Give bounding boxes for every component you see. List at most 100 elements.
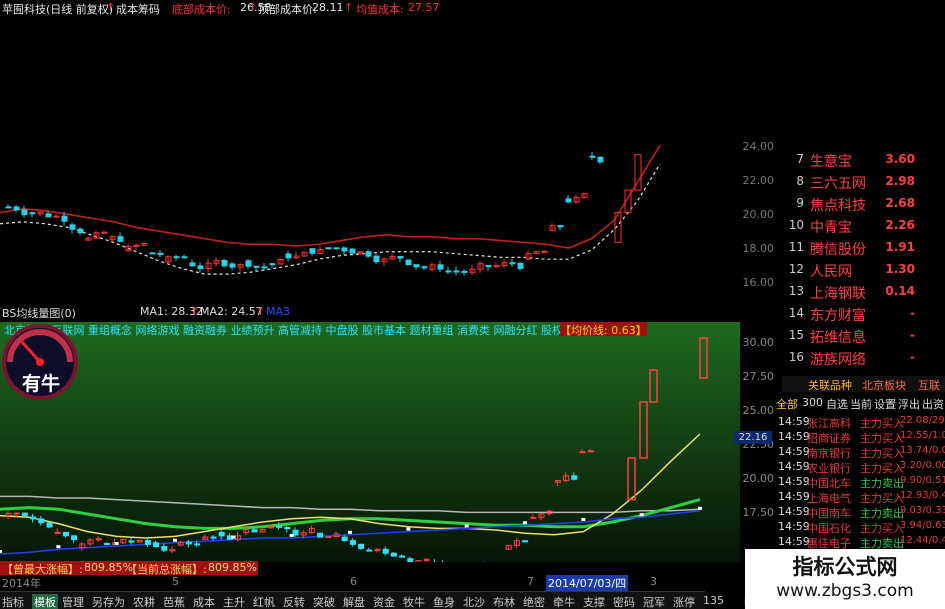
stock-list-item[interactable]: 7 生意宝 3.60 [782, 150, 945, 170]
stock-list-item[interactable]: 11 腾信股份 1.91 [782, 238, 945, 258]
formula-tab[interactable]: 反转 [283, 594, 305, 609]
stock-name: 游族网络 [810, 352, 866, 368]
lower-candle [522, 540, 529, 543]
formula-tab[interactable]: 另存为 [92, 594, 125, 609]
stock-index: 10 [788, 218, 804, 232]
formula-tab[interactable]: 成本 [193, 594, 215, 609]
stock-change: - [910, 328, 915, 342]
stock-index: 7 [796, 152, 804, 166]
indicator-bar: BS均线量图(0) MA1: 28.32 ↑ MA2: 24.57 ↑ MA3 [0, 304, 740, 321]
formula-tab[interactable]: 牧牛 [403, 594, 425, 609]
trade-price: 13.74/0.00% [900, 445, 945, 456]
formula-tab[interactable]: 模板 [32, 594, 58, 609]
tool-self[interactable]: 自选 [826, 396, 848, 412]
stock-list-item[interactable]: 12 人民网 1.30 [782, 260, 945, 280]
upper-candle [269, 263, 276, 266]
formula-tab[interactable]: 管理 [62, 594, 84, 609]
formula-tab[interactable]: 绝密 [523, 594, 545, 609]
formula-tab[interactable]: 支撑 [583, 594, 605, 609]
tool-settings[interactable]: 设置 [874, 396, 896, 412]
formula-tab[interactable]: 芭蕉 [163, 594, 185, 609]
formula-tab[interactable]: 资金 [373, 594, 395, 609]
stock-index: 14 [788, 306, 804, 320]
stock-list-item[interactable]: 10 中青宝 2.26 [782, 216, 945, 236]
lower-candle [21, 512, 28, 516]
avg-cost-value: 27.57 [408, 1, 440, 14]
stock-change: 2.98 [885, 174, 915, 188]
upper-candle [221, 259, 228, 267]
formula-tab[interactable]: 涨停 [673, 594, 695, 609]
formula-tab[interactable]: 农耕 [133, 594, 155, 609]
date-tick: 3 [650, 575, 657, 588]
stock-list-item[interactable]: 16 游族网络 - [782, 348, 945, 368]
trade-price: 3.20/0.00% [900, 460, 945, 471]
trade-time: 14:59 [778, 460, 810, 473]
upper-candle [285, 253, 292, 259]
lower-candle [251, 529, 258, 533]
formula-tab[interactable]: 135 [703, 594, 724, 607]
formula-tab[interactable]: 牵牛 [553, 594, 575, 609]
stock-list-item[interactable]: 8 三六五网 2.98 [782, 172, 945, 192]
upper-kline-chart[interactable] [0, 136, 740, 304]
upper-candle [597, 156, 604, 163]
stock-index: 11 [788, 240, 804, 254]
tool-float[interactable]: 浮出 [898, 396, 920, 412]
upper-candle [253, 265, 260, 268]
tab-related[interactable]: 关联品种 [808, 377, 852, 393]
trade-price: 12.55/1.05% [900, 430, 945, 441]
upper-candle [509, 262, 516, 265]
lower-candle [71, 535, 78, 541]
tool-all[interactable]: 全部 [776, 396, 798, 412]
upper-axis-tick: 22.00 [742, 174, 775, 187]
tool-300[interactable]: 300 [802, 396, 823, 409]
lower-candle [276, 525, 283, 528]
stock-list-item[interactable]: 13 上海钢联 0.14 [782, 282, 945, 302]
upper-candle [421, 266, 428, 269]
lower-chart-bg [0, 322, 740, 562]
lower-candle [13, 512, 20, 515]
lower-candle [161, 546, 168, 551]
stock-list-item[interactable]: 14 东方财富 - [782, 304, 945, 324]
tool-current[interactable]: 当前 [850, 396, 872, 412]
current-price-tag: 22.16 [734, 431, 772, 444]
formula-tab[interactable]: 主升 [223, 594, 245, 609]
upper-candle [333, 247, 340, 250]
tab-beijing[interactable]: 北京板块 [862, 377, 906, 393]
formula-tab[interactable]: 指标 [2, 594, 24, 609]
upper-candle [77, 228, 84, 234]
formula-tab[interactable]: 解盘 [343, 594, 365, 609]
stock-list-item[interactable]: 9 焦点科技 2.68 [782, 194, 945, 214]
stock-list-item[interactable]: 15 拓维信息 - [782, 326, 945, 346]
stock-name: 中青宝 [810, 220, 852, 236]
upper-candle [445, 270, 452, 273]
trade-time: 14:59 [778, 535, 810, 548]
trade-price: 9.90/0.51% [900, 475, 945, 486]
gain-bar: 【曾最大涨幅】: 809.85% 【当前总涨幅】: 809.85% [0, 561, 258, 576]
lower-signal-dot [289, 534, 294, 537]
indicator-name[interactable]: BS均线量图(0) [2, 305, 76, 321]
formula-tab[interactable]: 北沙 [463, 594, 485, 609]
formula-tab[interactable]: 密码 [613, 594, 635, 609]
formula-tab[interactable]: 红帆 [253, 594, 275, 609]
date-tick: 6 [350, 575, 357, 588]
lower-candle [317, 532, 324, 538]
upper-candle [493, 265, 500, 268]
upper-candle [557, 225, 564, 228]
stock-name: 焦点科技 [810, 198, 866, 214]
formula-tab[interactable]: 布林 [493, 594, 515, 609]
tool-capital[interactable]: 出资 [922, 396, 944, 412]
lower-candle [579, 451, 586, 454]
formula-tab[interactable]: 突破 [313, 594, 335, 609]
formula-tab[interactable]: 鱼身 [433, 594, 455, 609]
tab-internet[interactable]: 互联 [918, 377, 940, 393]
upper-kline-svg [0, 136, 740, 304]
concept-list: 北京板块 互联网 重组概念 网络游戏 融资融券 业绩预升 高管减持 中盘股 股市… [4, 324, 585, 336]
lower-axis-tick: 27.50 [742, 370, 775, 383]
trade-time: 14:59 [778, 415, 810, 428]
lower-candle [399, 555, 406, 558]
upper-candle [173, 256, 180, 259]
lower-indicator-chart[interactable] [0, 322, 740, 577]
lower-candle [292, 529, 299, 536]
upper-axis-tick: 16.00 [742, 276, 775, 289]
formula-tab[interactable]: 冠军 [643, 594, 665, 609]
